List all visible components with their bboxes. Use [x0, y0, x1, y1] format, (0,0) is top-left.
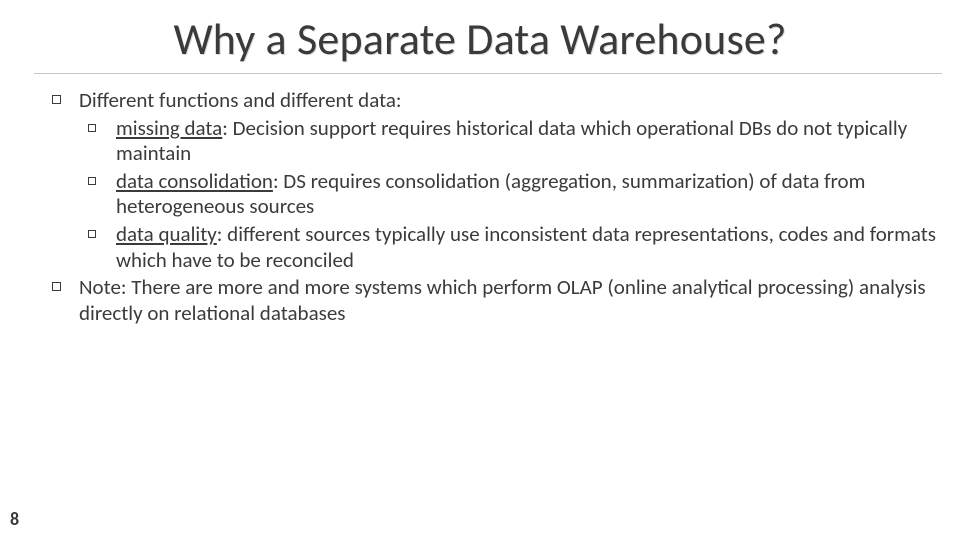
- square-bullet-icon: [52, 95, 61, 104]
- title-divider: [34, 73, 942, 74]
- bullet-text: missing data: Decision support requires …: [116, 116, 942, 167]
- bullet-level1: Note: There are more and more systems wh…: [52, 275, 942, 326]
- term-underline: missing data: [116, 115, 222, 141]
- bullet-level2: missing data: Decision support requires …: [88, 116, 942, 167]
- bullet-text: Different functions and different data:: [79, 88, 942, 114]
- square-bullet-icon: [88, 124, 96, 132]
- page-number: 8: [10, 508, 19, 530]
- square-bullet-icon: [88, 230, 96, 238]
- slide-body: Different functions and different data: …: [52, 88, 942, 328]
- bullet-text: data quality: different sources typicall…: [116, 222, 942, 273]
- term-rest: : Decision support requires historical d…: [116, 115, 907, 167]
- bullet-text: data consolidation: DS requires consolid…: [116, 169, 942, 220]
- term-rest: : different sources typically use incons…: [116, 221, 936, 273]
- square-bullet-icon: [88, 177, 96, 185]
- term-underline: data consolidation: [116, 168, 273, 194]
- bullet-level1: Different functions and different data:: [52, 88, 942, 114]
- bullet-level2: data consolidation: DS requires consolid…: [88, 169, 942, 220]
- term-underline: data quality: [116, 221, 217, 247]
- bullet-text: Note: There are more and more systems wh…: [79, 275, 942, 326]
- bullet-level2: data quality: different sources typicall…: [88, 222, 942, 273]
- slide-title: Why a Separate Data Warehouse?: [0, 12, 960, 66]
- square-bullet-icon: [52, 282, 61, 291]
